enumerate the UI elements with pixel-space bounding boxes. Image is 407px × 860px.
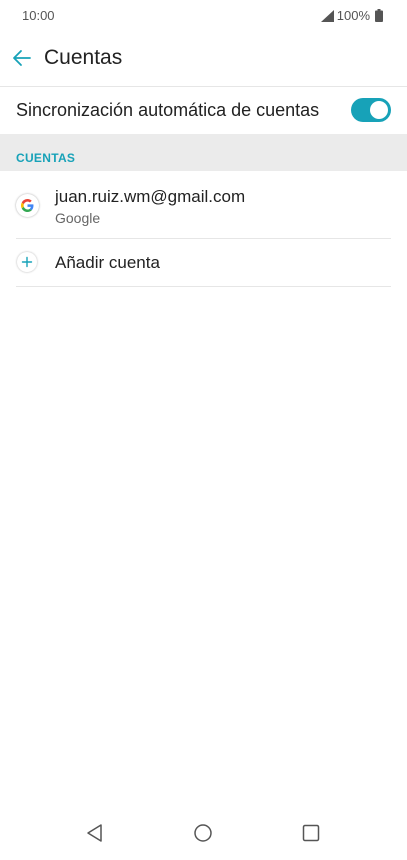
add-account-label: Añadir cuenta [55,253,160,272]
status-bar: 10:00 100% [0,0,407,32]
auto-sync-row[interactable]: Sincronización automática de cuentas [0,87,407,133]
section-title: CUENTAS [16,151,76,165]
status-time: 10:00 [22,8,55,23]
page-title: Cuentas [44,46,123,69]
battery-icon [375,9,383,22]
account-email: juan.ruiz.wm@gmail.com [55,187,246,206]
google-logo-icon [21,199,34,212]
square-recents-icon[interactable] [300,822,322,844]
auto-sync-toggle[interactable] [351,98,391,122]
navigation-bar [0,808,407,860]
section-header: CUENTAS [0,134,407,171]
add-account-button[interactable]: Añadir cuenta [0,239,407,286]
account-item-google[interactable]: juan.ruiz.wm@gmail.com Google [0,171,407,238]
account-type: Google [55,210,101,226]
status-indicators: 100% [320,8,383,23]
toggle-knob [370,101,388,119]
circle-home-icon[interactable] [192,822,214,844]
list-divider [16,286,391,287]
battery-percentage: 100% [336,8,370,23]
auto-sync-label: Sincronización automática de cuentas [16,100,320,120]
signal-icon [320,9,334,22]
accounts-screen: 10:00 100% Cuentas Sincronización automá… [0,0,407,860]
arrow-left-icon[interactable] [10,46,34,70]
triangle-back-icon[interactable] [84,822,106,844]
google-icon [16,194,39,217]
plus-icon [21,256,33,268]
app-bar: Cuentas [0,36,407,84]
